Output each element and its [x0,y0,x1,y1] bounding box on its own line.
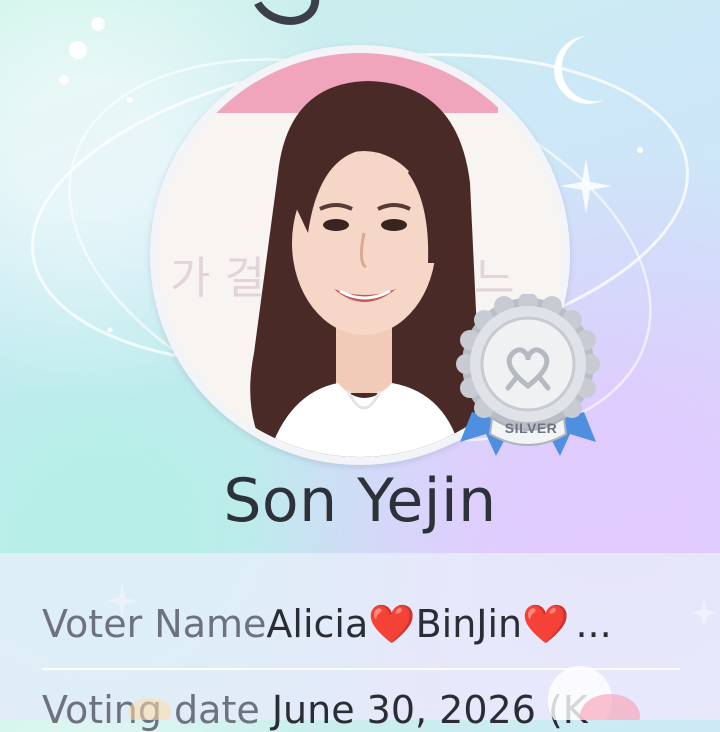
bottom-decoration [128,666,640,720]
